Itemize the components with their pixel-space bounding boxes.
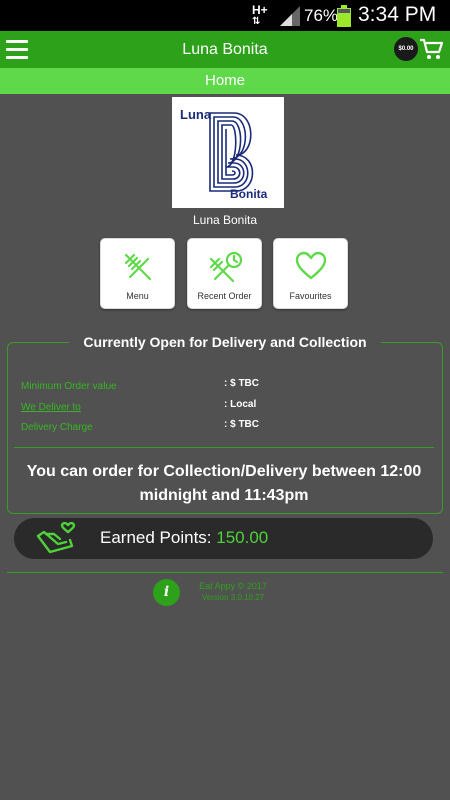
logo-mark-icon: Luna Bonita bbox=[180, 107, 268, 201]
store-status-heading: Currently Open for Delivery and Collecti… bbox=[0, 334, 450, 352]
deliver-to-value: : Local bbox=[224, 399, 257, 410]
cart-total-badge[interactable]: $0.00 bbox=[394, 37, 418, 61]
earned-points-text: Earned Points: 150.00 bbox=[100, 528, 268, 548]
clock: 3:34 PM bbox=[358, 3, 437, 26]
deliver-to-link[interactable]: We Deliver to bbox=[21, 402, 81, 413]
heart-icon bbox=[295, 251, 327, 280]
footer-brand: Eat Appy © 2017 bbox=[199, 581, 267, 591]
delivery-charge-label: Delivery Charge bbox=[21, 422, 93, 433]
cart-icon[interactable] bbox=[419, 38, 443, 60]
hand-heart-icon bbox=[36, 522, 76, 554]
restaurant-name: Luna Bonita bbox=[192, 213, 258, 227]
divider bbox=[14, 447, 434, 448]
menu-tile-button[interactable]: Menu bbox=[100, 238, 175, 309]
recent-order-icon bbox=[209, 251, 243, 283]
network-indicator: H+ ⇅ bbox=[252, 3, 268, 27]
ordering-hours-text: You can order for Collection/Delivery be… bbox=[26, 463, 422, 504]
delivery-charge-value: : $ TBC bbox=[224, 419, 259, 430]
earned-points-value: 150.00 bbox=[216, 528, 269, 547]
signal-icon bbox=[280, 6, 300, 26]
restaurant-logo: Luna Bonita bbox=[172, 97, 284, 208]
svg-text:Bonita: Bonita bbox=[230, 187, 268, 201]
recent-order-tile-label: Recent Order bbox=[197, 291, 252, 301]
footer-version: Version 3.0.10.27 bbox=[201, 593, 265, 602]
app-bar: Luna Bonita $0.00 bbox=[0, 31, 450, 68]
home-bar: Home bbox=[0, 68, 450, 94]
fork-knife-icon bbox=[124, 253, 152, 281]
min-order-value: : $ TBC bbox=[224, 378, 259, 389]
favourites-tile-button[interactable]: Favourites bbox=[273, 238, 348, 309]
min-order-label: Minimum Order value bbox=[21, 381, 117, 392]
status-bar: H+ ⇅ 76% 3:34 PM bbox=[0, 0, 450, 31]
app-title: Luna Bonita bbox=[182, 41, 268, 58]
favourites-tile-label: Favourites bbox=[289, 291, 332, 301]
menu-tile-label: Menu bbox=[126, 291, 149, 301]
info-icon[interactable]: i bbox=[153, 579, 180, 606]
battery-percent: 76% bbox=[304, 6, 339, 25]
footer-divider bbox=[7, 572, 443, 573]
page-title: Home bbox=[204, 72, 245, 89]
earned-points-label: Earned Points: bbox=[100, 528, 212, 547]
recent-order-tile-button[interactable]: Recent Order bbox=[187, 238, 262, 309]
footer-credits: Eat Appy © 2017 Version 3.0.10.27 bbox=[183, 581, 283, 603]
svg-text:Luna: Luna bbox=[180, 107, 212, 122]
battery-icon bbox=[337, 5, 351, 27]
